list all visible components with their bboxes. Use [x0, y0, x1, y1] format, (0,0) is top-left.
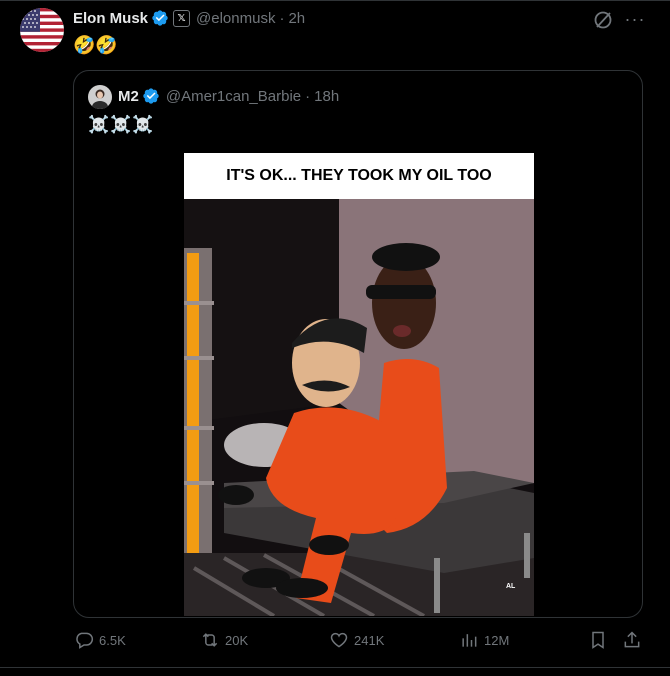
author-handle[interactable]: @elonmusk: [196, 10, 275, 27]
view-count: 12M: [484, 632, 510, 648]
meme-image[interactable]: IT'S OK... THEY TOOK MY OIL TOO AL: [184, 153, 534, 616]
reply-icon: [76, 632, 94, 649]
grok-icon[interactable]: [592, 9, 614, 31]
heart-icon: [330, 632, 348, 648]
repost-icon: [202, 633, 218, 647]
tweet-text: 🤣🤣: [73, 35, 118, 55]
more-options-icon[interactable]: ···: [624, 8, 646, 30]
tweet[interactable]: Elon Musk 𝕏 @elonmusk · 2h ··· 🤣🤣 M2 @Am…: [0, 0, 670, 676]
reply-count: 6.5K: [99, 632, 126, 648]
artist-signature: AL: [506, 583, 516, 590]
bookmark-icon: [592, 631, 604, 649]
quote-avatar[interactable]: [88, 85, 112, 109]
tweet-header: Elon Musk 𝕏 @elonmusk · 2h: [73, 9, 305, 27]
quoted-tweet[interactable]: M2 @Amer1can_Barbie · 18h ☠️☠️☠️ IT'S OK…: [73, 70, 643, 618]
meme-caption: IT'S OK... THEY TOOK MY OIL TOO: [226, 167, 492, 184]
us-flag-icon: [20, 8, 64, 52]
bookmark-button[interactable]: [588, 630, 613, 650]
repost-button[interactable]: 20K: [200, 630, 248, 650]
quote-header: M2 @Amer1can_Barbie · 18h: [118, 87, 339, 105]
repost-count: 20K: [225, 632, 249, 648]
verified-badge-icon[interactable]: [151, 9, 169, 27]
divider: [0, 667, 670, 668]
tweet-time[interactable]: 2h: [288, 10, 305, 27]
share-button[interactable]: [622, 630, 647, 650]
like-button[interactable]: 241K: [329, 630, 384, 650]
quote-author-name[interactable]: M2: [118, 88, 139, 105]
meme-caption-bar: IT'S OK... THEY TOOK MY OIL TOO: [184, 153, 534, 199]
reply-button[interactable]: 6.5K: [74, 630, 126, 650]
action-bar: 6.5K 20K 241K 12M: [74, 630, 644, 654]
avatar[interactable]: [20, 8, 64, 52]
separator: ·: [305, 87, 311, 105]
share-icon: [624, 631, 640, 648]
divider: [0, 0, 670, 1]
cartoon-illustration: [184, 199, 534, 616]
views-icon: [462, 634, 477, 647]
quote-time[interactable]: 18h: [314, 88, 339, 105]
x-logo-icon: 𝕏: [173, 9, 191, 27]
views-button[interactable]: 12M: [459, 630, 509, 650]
quote-verified-badge-icon[interactable]: [142, 87, 160, 105]
separator: ·: [279, 9, 285, 27]
author-name[interactable]: Elon Musk: [73, 10, 148, 27]
like-count: 241K: [354, 632, 385, 648]
quote-author-handle[interactable]: @Amer1can_Barbie: [166, 88, 301, 105]
quote-text: ☠️☠️☠️: [88, 115, 155, 134]
